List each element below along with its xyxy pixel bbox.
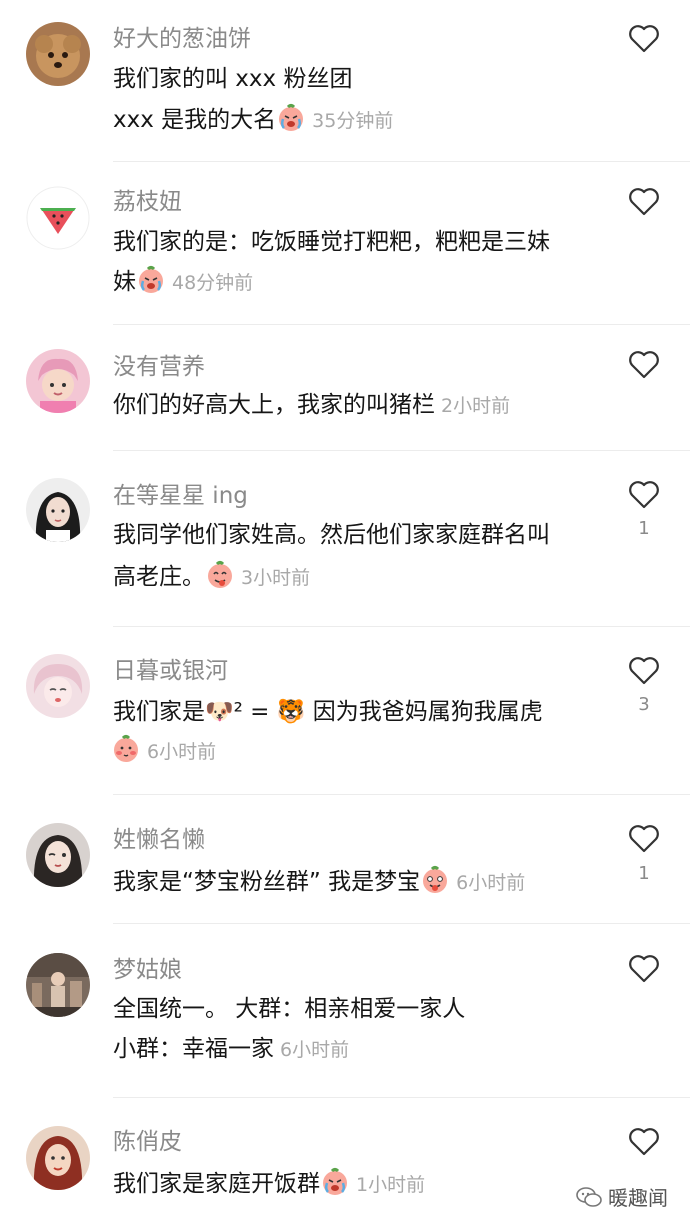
comment-text-line-with-time: 我们家是家庭开饭群 1小时前 [113, 1167, 425, 1200]
crying-face-emoji-icon [320, 1167, 350, 1197]
watermark: 暖趣闻 [572, 1180, 672, 1213]
username[interactable]: 陈俏皮 [113, 1127, 182, 1157]
avatar[interactable] [26, 1126, 90, 1190]
red-hair-girl-avatar-icon [26, 1126, 90, 1190]
comment-item: 陈俏皮 我们家是家庭开饭群 1小时前 [0, 0, 690, 1223]
watermark-text: 暖趣闻 [608, 1186, 668, 1210]
heart-icon [629, 1128, 659, 1156]
comment-text: 我们家是家庭开饭群 [113, 1171, 320, 1197]
wechat-icon [576, 1186, 602, 1207]
like-button[interactable] [627, 1125, 661, 1159]
comment-time: 1小时前 [356, 1174, 426, 1196]
